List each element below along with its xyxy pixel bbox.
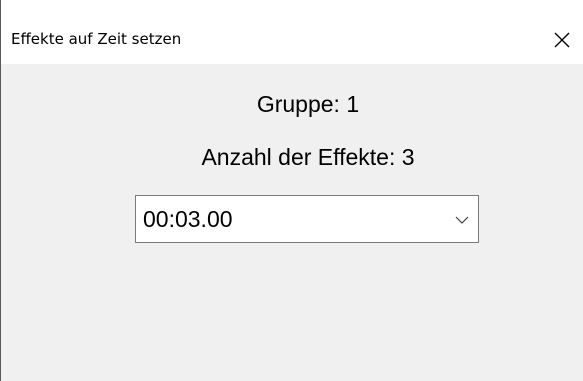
time-dropdown[interactable]: 00:03.00 <box>135 195 479 243</box>
title-bar: Effekte auf Zeit setzen <box>1 0 583 64</box>
group-label: Gruppe: 1 <box>256 91 360 117</box>
time-dropdown-value: 00:03.00 <box>143 206 233 232</box>
dialog-content: Gruppe: 1 Anzahl der Effekte: 3 00:03.00 <box>1 64 583 381</box>
dialog-window: Effekte auf Zeit setzen Gruppe: 1 Anzahl… <box>0 0 583 381</box>
close-icon <box>554 32 570 48</box>
close-button[interactable] <box>541 22 583 56</box>
chevron-down-icon <box>455 216 469 224</box>
effect-count-label: Anzahl der Effekte: 3 <box>201 144 415 170</box>
window-title: Effekte auf Zeit setzen <box>11 30 182 48</box>
